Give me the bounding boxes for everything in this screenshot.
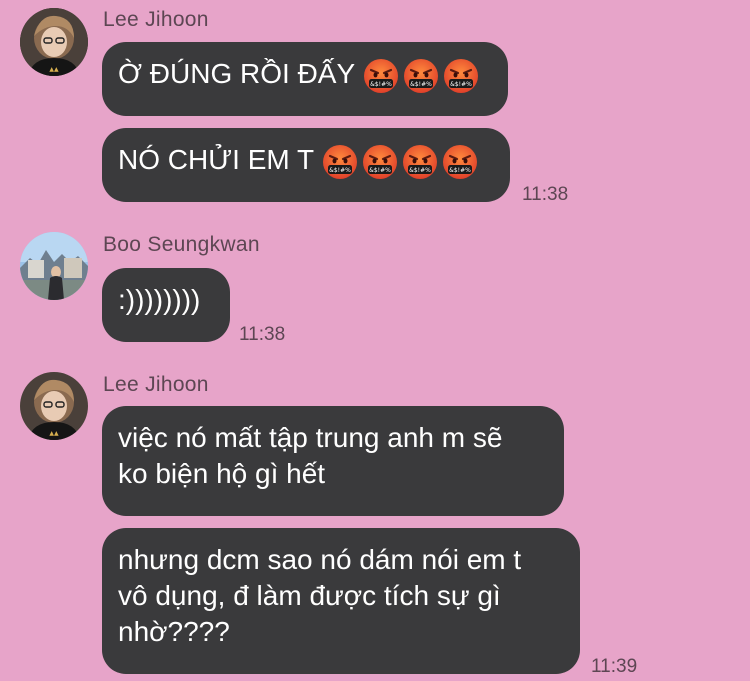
message-text-line: nhưng dcm sao nó dám nói em t: [118, 544, 522, 575]
message-timestamp: 11:39: [591, 656, 638, 677]
message-text: NÓ CHỬI EM T: [118, 144, 315, 175]
message-text-line: việc nó mất tập trung anh m sẽ: [118, 422, 503, 453]
message-text-line: nhờ????: [118, 616, 230, 647]
message-text-line: ko biện hộ gì hết: [118, 458, 326, 489]
svg-text:&$!#%: &$!#%: [409, 167, 431, 174]
svg-text:&$!#%: &$!#%: [450, 81, 472, 88]
message-text: :)))))))): [118, 284, 201, 315]
svg-text:&$!#%: &$!#%: [449, 167, 471, 174]
svg-text:&$!#%: &$!#%: [410, 81, 432, 88]
svg-text:&$!#%: &$!#%: [370, 81, 392, 88]
svg-text:▲▲: ▲▲: [49, 430, 59, 437]
message-bubble[interactable]: việc nó mất tập trung anh m sẽ ko biện h…: [102, 406, 564, 516]
message-timestamp: 11:38: [239, 324, 286, 345]
message-text: Ờ ĐÚNG RỒI ĐẤY: [118, 58, 356, 89]
avatar-lee-jihoon[interactable]: ▲▲: [20, 8, 88, 76]
svg-text:&$!#%: &$!#%: [329, 167, 351, 174]
message-text-line: vô dụng, đ làm được tích sự gì: [118, 580, 501, 611]
face-with-symbols-on-mouth-emoji: &$!#%: [444, 59, 479, 94]
emoji-group: &$!#% &$!#% &$!#%: [322, 143, 482, 181]
avatar-lee-jihoon[interactable]: ▲▲: [20, 372, 88, 440]
face-with-symbols-on-mouth-emoji: &$!#%: [403, 145, 438, 180]
face-with-symbols-on-mouth-emoji: &$!#%: [363, 145, 398, 180]
face-with-symbols-on-mouth-emoji: &$!#%: [364, 59, 399, 94]
svg-text:&$!#%: &$!#%: [369, 167, 391, 174]
sender-name: Lee Jihoon: [103, 373, 209, 396]
profile-photo-icon: ▲▲: [20, 372, 88, 440]
face-with-symbols-on-mouth-emoji: &$!#%: [323, 145, 358, 180]
chat-thread: ▲▲ Lee Jihoon Ờ ĐÚNG RỒI ĐẤY &$!#% &$!#%…: [0, 0, 750, 681]
svg-text:▲▲: ▲▲: [49, 66, 59, 73]
face-with-symbols-on-mouth-emoji: &$!#%: [404, 59, 439, 94]
sender-name: Lee Jihoon: [103, 8, 209, 31]
face-with-symbols-on-mouth-emoji: &$!#%: [443, 145, 478, 180]
profile-photo-icon: ▲▲: [20, 8, 88, 76]
message-bubble[interactable]: nhưng dcm sao nó dám nói em t vô dụng, đ…: [102, 528, 580, 674]
emoji-group: &$!#% &$!#% &$!#%: [363, 57, 483, 95]
message-timestamp: 11:38: [522, 184, 569, 205]
message-bubble[interactable]: Ờ ĐÚNG RỒI ĐẤY &$!#% &$!#% &$!#%: [102, 42, 508, 116]
message-bubble[interactable]: NÓ CHỬI EM T &$!#% &$!#% &$!#% &$!#%: [102, 128, 510, 202]
sender-name: Boo Seungkwan: [103, 233, 260, 256]
avatar-boo-seungkwan[interactable]: [20, 232, 88, 300]
profile-photo-icon: [20, 232, 88, 300]
message-bubble[interactable]: :)))))))): [102, 268, 230, 342]
